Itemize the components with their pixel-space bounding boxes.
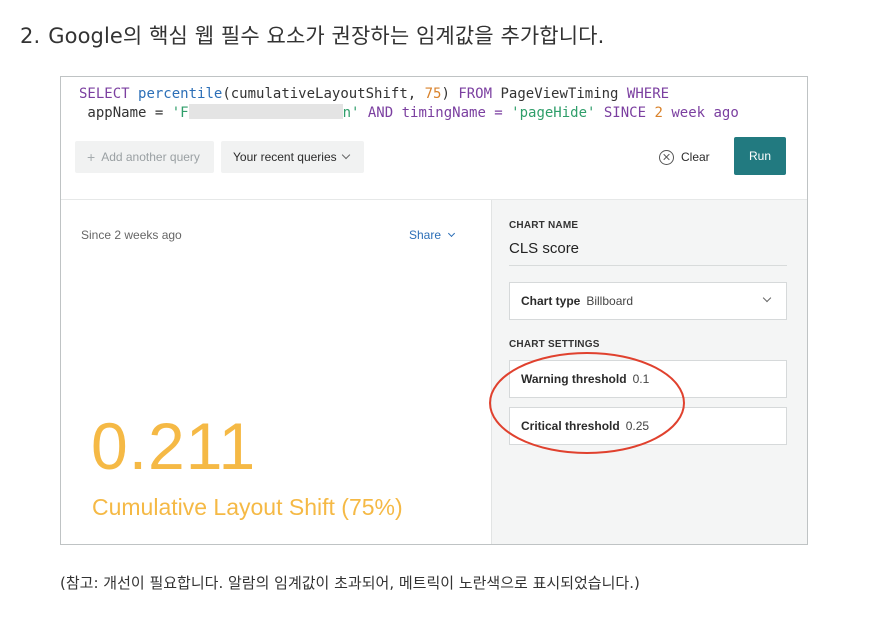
chevron-down-icon (447, 229, 456, 237)
recent-queries-label: Your recent queries (233, 150, 337, 164)
billboard-metric-label: Cumulative Layout Shift (75%) (92, 494, 403, 520)
clear-button[interactable]: Clear (659, 141, 719, 173)
chart-name-underline (509, 265, 787, 266)
share-dropdown[interactable]: Share (409, 228, 456, 242)
step-text: Google의 핵심 웹 필수 요소가 권장하는 임계값을 추가합니다. (48, 24, 605, 48)
chart-settings-panel: CHART NAME CLS score Chart type Billboar… (491, 200, 807, 544)
query-builder-panel: SELECT percentile(cumulativeLayoutShift,… (60, 76, 808, 545)
time-range-label: Since 2 weeks ago (81, 228, 182, 242)
warning-threshold-value: 0.1 (632, 372, 650, 386)
critical-threshold-label: Critical threshold (521, 419, 620, 433)
critical-threshold-value: 0.25 (625, 419, 650, 433)
chart-type-select[interactable]: Chart type Billboard (509, 282, 787, 320)
add-another-query-button[interactable]: + Add another query (75, 141, 214, 173)
instruction-heading: 2. Google의 핵심 웹 필수 요소가 권장하는 임계값을 추가합니다. (20, 20, 604, 50)
warning-threshold-field[interactable]: Warning threshold 0.1 (509, 360, 787, 398)
add-query-label: Add another query (101, 150, 200, 164)
footnote-text: (참고: 개선이 필요합니다. 알람의 임계값이 초과되어, 메트릭이 노란색으… (60, 574, 640, 592)
nrql-query-editor[interactable]: SELECT percentile(cumulativeLayoutShift,… (79, 85, 739, 123)
billboard-value: 0.211 (91, 409, 257, 483)
chart-settings-heading: CHART SETTINGS (509, 339, 600, 350)
chart-name-heading: CHART NAME (509, 220, 579, 231)
run-button[interactable]: Run (734, 137, 786, 175)
redacted-app-name (188, 104, 343, 119)
plus-icon: + (87, 149, 96, 165)
share-label: Share (409, 228, 442, 242)
chart-type-label: Chart type (521, 294, 581, 308)
chart-name-input[interactable]: CLS score (509, 240, 579, 257)
close-circle-icon (659, 149, 674, 165)
warning-threshold-label: Warning threshold (521, 372, 627, 386)
query-toolbar: + Add another query Your recent queries … (75, 137, 787, 175)
chevron-down-icon (341, 150, 350, 160)
chart-type-value: Billboard (586, 294, 634, 308)
chevron-down-icon (762, 293, 772, 303)
critical-threshold-field[interactable]: Critical threshold 0.25 (509, 407, 787, 445)
step-number: 2. (20, 24, 41, 48)
recent-queries-dropdown[interactable]: Your recent queries (221, 141, 364, 173)
billboard-chart: Since 2 weeks ago Share 0.211 Cumulative… (61, 200, 491, 544)
clear-label: Clear (681, 150, 710, 164)
